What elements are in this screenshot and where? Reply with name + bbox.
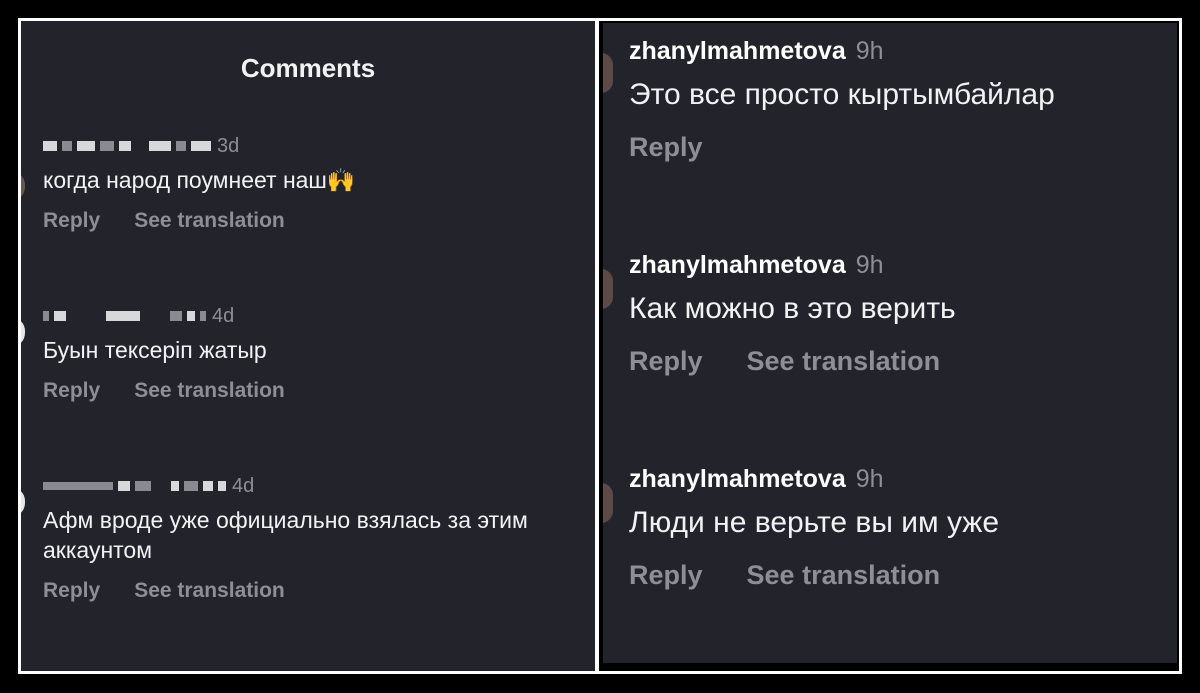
comment-item: 4d Афм вроде уже официально взялась за э… [43,473,581,603]
comment-meta: zhanylmahmetova 9h [629,465,1167,494]
comment-text: Люди не верьте вы им уже [629,506,1000,539]
avatar[interactable] [21,487,25,517]
avatar[interactable] [21,317,25,347]
comments-panel-right-body: zhanylmahmetova 9h Это все просто кыртым… [603,23,1177,663]
redacted-username [43,308,206,324]
reply-button[interactable]: Reply [43,379,100,403]
comment-actions: Reply [629,132,1167,163]
comment-actions: Reply See translation [629,560,1167,591]
comment-meta: zhanylmahmetova 9h [629,37,1167,66]
see-translation-button[interactable]: See translation [134,209,285,233]
avatar[interactable] [603,483,613,523]
comment-meta: 4d [43,303,581,329]
redacted-username [43,138,211,154]
comment-username[interactable]: zhanylmahmetova [629,251,846,280]
comment-actions: Reply See translation [43,209,581,233]
comment-username[interactable]: zhanylmahmetova [629,37,846,66]
reply-button[interactable]: Reply [629,132,703,163]
comment-text: когда народ поумнеет наш🙌 [43,167,356,193]
comment-actions: Reply See translation [629,346,1167,377]
comment-time: 4d [232,474,255,497]
comment-actions: Reply See translation [43,379,581,403]
comment-item: 4d Буын тексеріп жатыр Reply See transla… [43,303,581,403]
comment-text: Как можно в это верить [629,292,956,325]
comment-actions: Reply See translation [43,579,581,603]
avatar[interactable] [603,269,613,309]
see-translation-button[interactable]: See translation [134,379,285,403]
see-translation-button[interactable]: See translation [134,579,285,603]
comment-item: 3d когда народ поумнеет наш🙌 Reply See t… [43,133,581,233]
comment-username[interactable]: zhanylmahmetova [629,465,846,494]
comments-panel-left: Comments 3d когда народ поумнеет наш🙌 Re… [21,21,595,671]
comment-text: Афм вроде уже официально взялась за этим… [43,507,528,563]
comment-item: zhanylmahmetova 9h Как можно в это верит… [629,251,1167,377]
redacted-username [43,478,226,494]
avatar[interactable] [21,171,25,201]
comment-meta: 4d [43,473,581,499]
comment-time: 9h [855,251,884,279]
comment-meta: 3d [43,133,581,159]
see-translation-button[interactable]: See translation [747,560,941,591]
reply-button[interactable]: Reply [43,209,100,233]
see-translation-button[interactable]: See translation [747,346,941,377]
avatar[interactable] [603,53,613,93]
comments-panel-right: zhanylmahmetova 9h Это все просто кыртым… [599,21,1179,671]
comments-title: Comments [240,53,376,83]
comment-time: 9h [855,465,884,493]
comment-meta: zhanylmahmetova 9h [629,251,1167,280]
reply-button[interactable]: Reply [629,346,703,377]
reply-button[interactable]: Reply [629,560,703,591]
reply-button[interactable]: Reply [43,579,100,603]
screenshot-frame: Comments 3d когда народ поумнеет наш🙌 Re… [18,18,1182,674]
comment-time: 9h [855,37,884,65]
comment-text: Буын тексеріп жатыр [43,337,267,363]
comment-time: 3d [217,134,240,157]
comment-item: zhanylmahmetova 9h Это все просто кыртым… [629,37,1167,163]
comment-item: zhanylmahmetova 9h Люди не верьте вы им … [629,465,1167,591]
comment-time: 4d [212,304,235,327]
comment-text: Это все просто кыртымбайлар [629,78,1055,111]
